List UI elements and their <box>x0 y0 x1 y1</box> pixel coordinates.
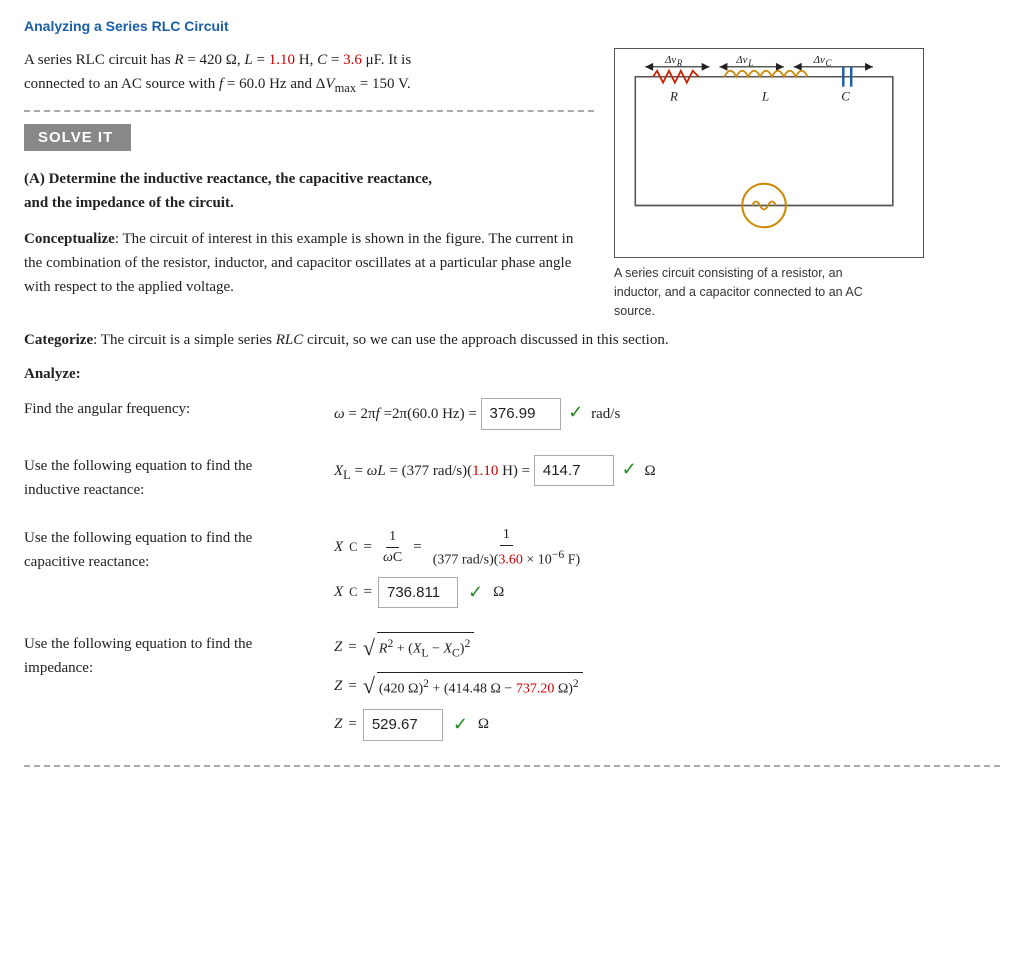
solve-it-bar: SOLVE IT <box>24 124 131 151</box>
divider-top <box>24 110 594 112</box>
inductive-check: ✓ <box>622 459 637 479</box>
svg-text:Δv: Δv <box>813 54 825 66</box>
intro-paragraph: A series RLC circuit has R = 420 Ω, L = … <box>24 48 594 98</box>
impedance-eq: Z = √ R2 + (XL − XC)2 Z = √ (420 Ω)2 + (… <box>334 632 1000 740</box>
divider-bottom <box>24 765 1000 767</box>
angular-freq-row: Find the angular frequency: ω = 2πf =2π(… <box>24 397 1000 430</box>
circuit-caption: A series circuit consisting of a resisto… <box>614 264 874 320</box>
capacitive-label: Use the following equation to find theca… <box>24 526 334 574</box>
inductive-row: Use the following equation to find thein… <box>24 454 1000 502</box>
capacitive-unit: Ω <box>493 580 504 606</box>
svg-text:L: L <box>747 58 753 68</box>
impedance-unit: Ω <box>478 712 489 738</box>
inductive-label: Use the following equation to find thein… <box>24 454 334 502</box>
impedance-answer: 529.67 <box>363 709 443 741</box>
section-a-text: (A) Determine the inductive reactance, t… <box>24 167 594 215</box>
angular-freq-unit: rad/s <box>591 406 620 422</box>
angular-freq-eq: ω = 2πf =2π(60.0 Hz) = 376.99 ✓ rad/s <box>334 397 1000 430</box>
inductive-eq: XL = ωL = (377 rad/s)(1.10 H) = 414.7 ✓ … <box>334 454 1000 487</box>
svg-text:R: R <box>676 58 683 68</box>
categorize-text: Categorize: The circuit is a simple seri… <box>24 328 1000 352</box>
z-sqrt2: √ (420 Ω)2 + (414.48 Ω − 737.20 Ω)2 <box>363 672 583 701</box>
svg-text:L: L <box>761 90 769 104</box>
capacitive-check: ✓ <box>468 577 483 608</box>
xc-fraction-2: 1 (377 rad/s)(3.60 × 10−6 F) <box>430 526 583 570</box>
impedance-row: Use the following equation to find theim… <box>24 632 1000 740</box>
angular-freq-answer: 376.99 <box>481 398 561 430</box>
angular-freq-check: ✓ <box>568 402 583 422</box>
circuit-diagram-area: Δv R Δv L Δv C <box>604 48 964 320</box>
analyze-heading: Analyze: <box>24 366 1000 383</box>
capacitive-answer: 736.811 <box>378 577 458 609</box>
z-sqrt1: √ R2 + (XL − XC)2 <box>363 632 474 663</box>
xc-fraction: 1 ωC <box>380 528 405 567</box>
svg-text:Δv: Δv <box>664 54 676 66</box>
conceptualize-text: Conceptualize: The circuit of interest i… <box>24 227 594 299</box>
inductive-answer: 414.7 <box>534 455 614 487</box>
capacitive-eq: XC = 1 ωC = 1 (377 rad/s)(3.60 × 10−6 F)… <box>334 526 1000 609</box>
svg-text:C: C <box>841 90 850 104</box>
page-title: Analyzing a Series RLC Circuit <box>24 18 1000 34</box>
impedance-label: Use the following equation to find theim… <box>24 632 334 680</box>
svg-text:Δv: Δv <box>735 54 747 66</box>
inductive-unit: Ω <box>644 463 655 479</box>
svg-text:C: C <box>825 58 832 68</box>
svg-text:R: R <box>669 90 678 104</box>
angular-freq-label: Find the angular frequency: <box>24 397 334 421</box>
capacitive-row: Use the following equation to find theca… <box>24 526 1000 609</box>
circuit-diagram: Δv R Δv L Δv C <box>614 48 924 258</box>
impedance-check: ✓ <box>453 709 468 740</box>
